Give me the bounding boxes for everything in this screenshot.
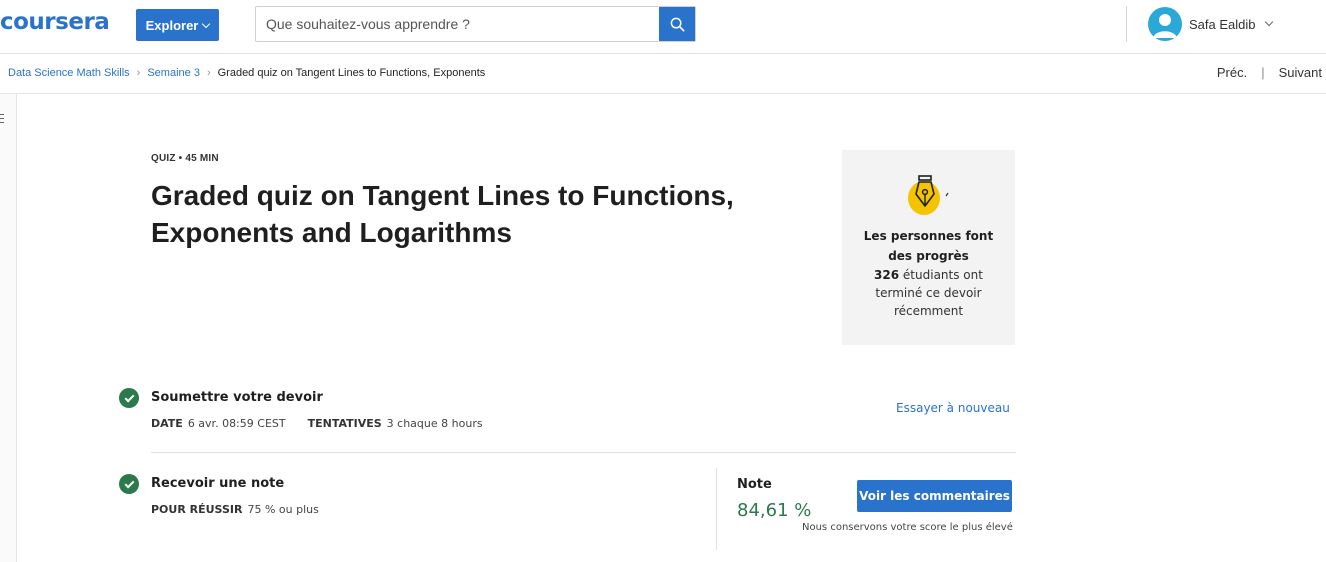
chevron-down-icon <box>1264 17 1273 27</box>
avatar <box>1148 7 1182 41</box>
attempts-key: TENTATIVES <box>307 417 382 430</box>
user-name: Safa Ealdib <box>1189 16 1256 32</box>
item-navigation: Préc. | Suivant <box>1217 65 1322 80</box>
search-bar <box>255 6 696 42</box>
user-menu[interactable]: Safa Ealdib <box>1148 6 1273 42</box>
nav-separator: | <box>1261 65 1265 80</box>
grade-step-details: POUR RÉUSSIR 75 % ou plus <box>151 503 319 516</box>
explore-button[interactable]: Explorer <box>136 9 219 41</box>
pen-nib-icon <box>908 175 949 215</box>
left-sidebar-rail <box>0 94 17 562</box>
quiz-meta: QUIZ • 45 MIN <box>151 153 219 164</box>
submit-step-details: DATE 6 avr. 08:59 CEST TENTATIVES 3 chaq… <box>151 417 483 430</box>
page-title: Graded quiz on Tangent Lines to Function… <box>151 180 734 248</box>
menu-toggle-icon[interactable] <box>0 114 4 126</box>
section-divider <box>151 452 1016 453</box>
coursera-logo[interactable]: coursera <box>0 9 110 35</box>
check-circle-icon <box>119 388 139 408</box>
header-divider <box>1126 6 1127 42</box>
attempts-value: 3 chaque 8 hours <box>386 417 483 430</box>
search-icon <box>670 17 684 31</box>
breadcrumb-week[interactable]: Semaine 3 <box>147 67 200 79</box>
grade-value: 84,61 % <box>737 500 812 521</box>
chevron-right-icon: › <box>136 67 141 79</box>
breadcrumb-course[interactable]: Data Science Math Skills <box>8 67 130 79</box>
grade-divider <box>716 468 717 550</box>
highest-score-note: Nous conservons votre score le plus élev… <box>802 522 1013 533</box>
previous-link[interactable]: Préc. <box>1217 65 1247 80</box>
user-avatar-icon <box>1153 14 1177 38</box>
view-feedback-button[interactable]: Voir les commentaires <box>857 480 1012 512</box>
check-circle-icon <box>119 474 139 494</box>
submit-step-title: Soumettre votre devoir <box>151 390 323 405</box>
retry-link[interactable]: Essayer à nouveau <box>896 401 1010 415</box>
pass-value: 75 % ou plus <box>247 503 319 516</box>
date-key: DATE <box>151 417 183 430</box>
completion-count: 326 <box>874 268 900 282</box>
date-value: 6 avr. 08:59 CEST <box>187 417 286 430</box>
pass-key: POUR RÉUSSIR <box>151 503 243 516</box>
grade-step-title: Recevoir une note <box>151 476 285 491</box>
grade-label: Note <box>737 477 772 492</box>
breadcrumb-current: Graded quiz on Tangent Lines to Function… <box>217 67 486 79</box>
progress-card: Les personnes font des progrès 326 étudi… <box>842 150 1015 345</box>
top-header: coursera Explorer Safa Ealdib <box>0 0 1326 54</box>
search-input[interactable] <box>256 7 659 41</box>
next-link[interactable]: Suivant <box>1279 65 1322 80</box>
breadcrumb-bar: Data Science Math Skills › Semaine 3 › G… <box>0 54 1326 94</box>
chevron-down-icon <box>202 19 211 28</box>
chevron-right-icon: › <box>206 67 211 79</box>
search-button[interactable] <box>659 7 695 41</box>
breadcrumb: Data Science Math Skills › Semaine 3 › G… <box>8 67 485 79</box>
explore-label: Explorer <box>145 17 199 33</box>
card-heading: Les personnes font des progrès <box>863 229 994 263</box>
card-body: 326 étudiants ont terminé ce devoir réce… <box>842 266 1015 320</box>
